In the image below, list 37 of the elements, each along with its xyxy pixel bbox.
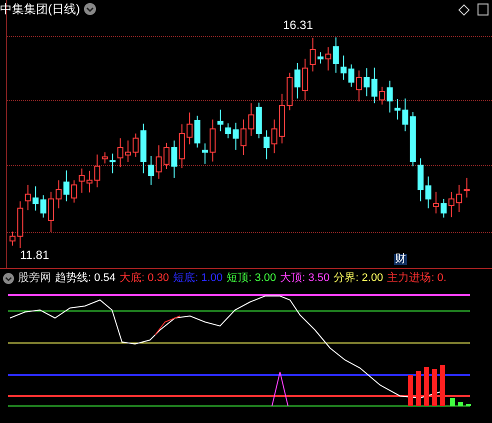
high-price-label: 16.31 [283,19,314,31]
candlestick [433,191,439,214]
signal-bar [450,398,455,406]
signal-line [154,316,180,336]
indicator-value: 短顶: 3.00 [226,273,276,284]
signal-bar [416,371,421,406]
signal-bar [458,402,463,406]
chevron-down-icon[interactable] [3,273,14,284]
candlestick [318,52,324,64]
candlestick [394,98,400,120]
signal-bar [432,369,437,406]
signal-bar [440,365,445,406]
indicator-value: 短底: 1.00 [173,273,223,284]
candlestick [10,231,16,246]
low-price-label: 11.81 [20,249,50,261]
candlestick [202,142,208,164]
finance-marker[interactable]: 财 [394,254,407,265]
indicator-value: 分界: 2.00 [334,273,384,284]
indicator-value: 主力进场: 0. [387,273,446,284]
signal-bar [424,367,429,406]
candlestick [86,170,92,193]
window-icon[interactable] [477,3,489,16]
diamond-icon[interactable] [458,4,472,16]
indicator-value: 大底: 0.30 [120,273,170,284]
candlestick [356,70,362,102]
indicator-value: 大顶: 3.50 [280,273,330,284]
candlestick [164,142,170,170]
signal-bar [408,375,413,406]
chevron-down-icon[interactable] [84,3,96,15]
candlestick [279,93,285,144]
candlestick [48,191,54,233]
candlestick [240,119,246,156]
indicator-value: 趋势线: 0.54 [55,273,116,284]
chart-title: 中集集团(日线) [0,3,80,15]
candlestick [125,140,131,163]
spike-line [272,372,288,406]
indicator-name: 股旁网 [18,273,51,284]
